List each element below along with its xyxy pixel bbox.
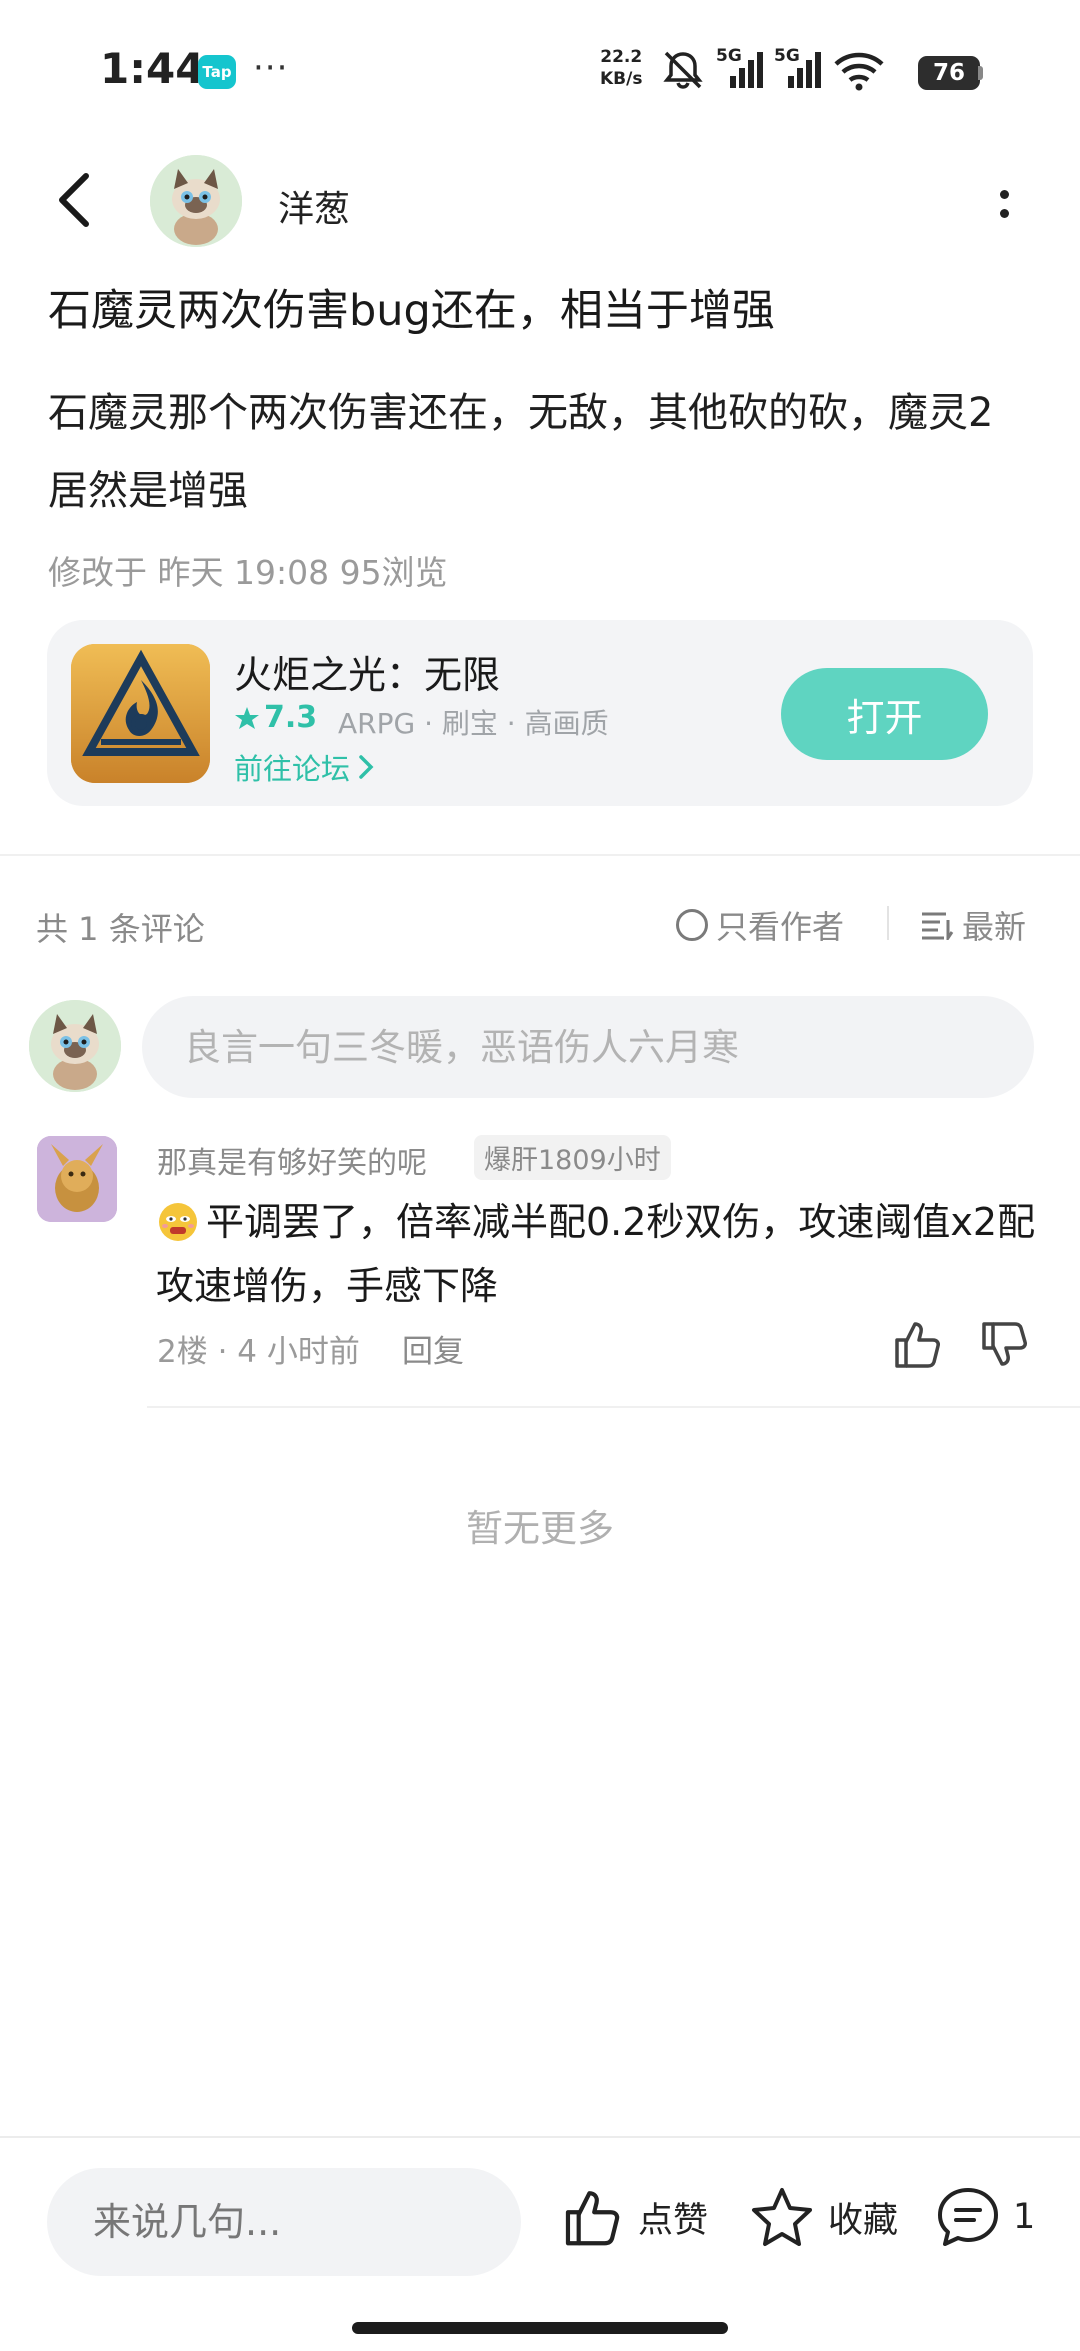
mute-bell-icon	[663, 51, 703, 89]
comment-dislike-button[interactable]	[980, 1320, 1032, 1372]
reply-button[interactable]: 回复	[402, 1326, 464, 1371]
game-icon[interactable]	[71, 644, 210, 783]
more-dot	[999, 209, 1009, 218]
comment-count-badge: 1	[1013, 2197, 1036, 2237]
sort-label: 最新	[962, 908, 1027, 946]
signal-1: 5G	[716, 46, 764, 92]
post-meta: 修改于 昨天 19:08 95浏览	[48, 553, 448, 592]
thumbs-up-icon	[565, 2191, 620, 2246]
torchlight-logo-icon	[71, 644, 210, 783]
comment-bubble-icon	[938, 2188, 998, 2246]
battery-indicator: 76	[918, 56, 980, 90]
signal-bars-icon	[730, 52, 763, 88]
wifi-icon	[834, 52, 884, 91]
no-more-label: 暂无更多	[466, 1507, 614, 1550]
network-speed-unit: KB/s	[600, 69, 643, 89]
game-rating: 7.3	[234, 700, 317, 735]
sort-icon	[922, 912, 954, 940]
back-button[interactable]	[52, 170, 102, 230]
more-dot	[999, 190, 1009, 199]
chevron-right-icon	[359, 755, 374, 779]
network-speed-value: 22.2	[600, 47, 643, 67]
like-button[interactable]: 点赞	[562, 2186, 708, 2248]
thumbs-down-icon	[982, 1322, 1027, 1366]
commenter-avatar[interactable]	[37, 1136, 117, 1222]
comment-text: 平调罢了，倍率减半配0.2秒双伤，攻速阈值x2配攻速增伤，手感下降	[156, 1200, 1036, 1308]
comment-like-button[interactable]	[893, 1318, 943, 1370]
cat-avatar-icon	[150, 155, 242, 247]
bottom-comment-input[interactable]	[47, 2168, 521, 2276]
home-indicator	[352, 2322, 728, 2334]
signal-2: 5G	[774, 46, 822, 92]
post-body: 石魔灵那个两次伤害还在，无敌，其他砍的砍，魔灵2居然是增强	[48, 390, 994, 514]
more-notifications-icon: ···	[253, 48, 289, 88]
my-avatar	[29, 1000, 121, 1092]
battery-tip	[978, 66, 983, 80]
status-icons: 5G 5G	[660, 46, 886, 92]
section-divider	[0, 854, 1080, 856]
thumbs-up-icon	[895, 1322, 940, 1368]
favorite-button[interactable]: 收藏	[750, 2186, 898, 2248]
author-name[interactable]: 洋葱	[278, 180, 350, 232]
forum-link[interactable]: 前往论坛	[234, 746, 374, 788]
vertical-divider	[887, 906, 889, 940]
author-avatar[interactable]	[150, 155, 242, 247]
character-avatar-icon	[37, 1136, 117, 1222]
comment-meta: 2楼 · 4 小时前	[157, 1334, 360, 1370]
cat-avatar-icon	[29, 1000, 121, 1092]
radio-circle-icon	[676, 909, 708, 941]
taptap-app-icon: Tap	[198, 55, 236, 89]
comments-button[interactable]: 1	[935, 2186, 1035, 2248]
network-speed: 22.2 KB/s	[600, 46, 642, 90]
game-rating-value: 7.3	[264, 700, 318, 735]
commenter-badge: 爆肝1809小时	[474, 1135, 671, 1180]
game-name[interactable]: 火炬之光：无限	[234, 644, 500, 699]
open-game-button[interactable]: 打开	[781, 668, 988, 760]
more-options-button[interactable]	[992, 184, 1016, 224]
comment-input[interactable]	[142, 996, 1034, 1098]
comment-divider	[147, 1406, 1080, 1408]
comment-count: 共 1 条评论	[36, 910, 205, 948]
favorite-label: 收藏	[828, 2200, 899, 2241]
author-only-label: 只看作者	[716, 908, 845, 946]
signal-bars-icon	[788, 52, 821, 88]
game-tags: ARPG · 刷宝 · 高画质	[338, 707, 609, 740]
status-time: 1:44	[100, 44, 205, 93]
forum-link-label: 前往论坛	[234, 752, 351, 786]
chevron-left-icon	[59, 173, 89, 227]
star-icon	[235, 706, 259, 729]
commenter-name[interactable]: 那真是有够好笑的呢	[157, 1138, 427, 1182]
author-only-toggle[interactable]: 只看作者	[676, 902, 844, 948]
like-label: 点赞	[638, 2200, 709, 2241]
sort-button[interactable]: 最新	[920, 902, 1026, 948]
star-outline-icon	[752, 2188, 812, 2246]
post-title: 石魔灵两次伤害bug还在，相当于增强	[48, 286, 775, 336]
